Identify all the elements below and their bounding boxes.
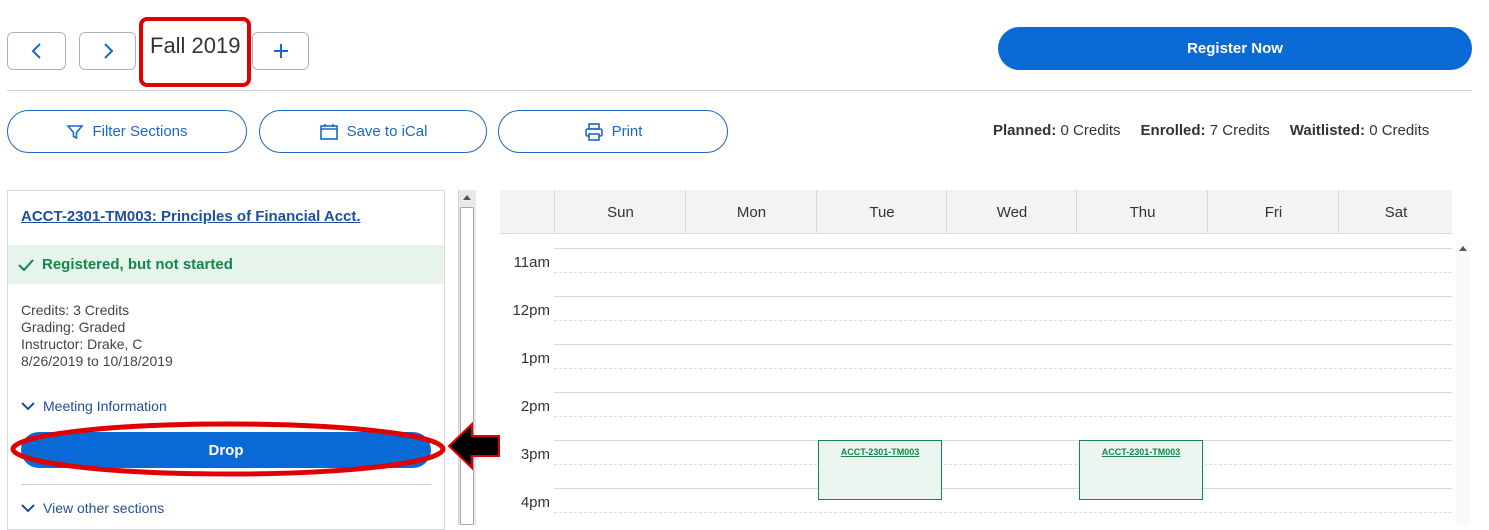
hour-line [554, 344, 1452, 345]
calendar-event-thu[interactable]: ACCT-2301-TM003 [1079, 440, 1203, 500]
hour-line [554, 440, 1452, 441]
half-hour-line [554, 368, 1452, 369]
filter-sections-button[interactable]: Filter Sections [7, 110, 247, 153]
hour-line [554, 488, 1452, 489]
annotation-arrow-icon [447, 421, 500, 471]
half-hour-line [554, 512, 1452, 513]
meeting-information-toggle[interactable]: Meeting Information [21, 398, 167, 414]
hour-label-3pm: 3pm [520, 446, 550, 463]
scroll-up-arrow-icon[interactable] [1456, 243, 1470, 253]
printer-icon [584, 122, 603, 141]
panel-divider [21, 484, 431, 485]
print-label: Print [611, 123, 643, 140]
half-hour-line [554, 320, 1452, 321]
hour-label-4pm: 4pm [520, 494, 550, 511]
view-other-sections-toggle[interactable]: View other sections [21, 500, 164, 516]
calendar-event-label[interactable]: ACCT-2301-TM003 [1080, 447, 1202, 457]
half-hour-line [554, 272, 1452, 273]
course-title-link[interactable]: ACCT-2301-TM003: Principles of Financial… [21, 208, 361, 225]
day-header-sun: Sun [554, 190, 686, 234]
annotation-highlight-term [139, 17, 251, 87]
day-header-sat: Sat [1338, 190, 1453, 234]
checkmark-icon [18, 258, 34, 271]
plus-icon [273, 44, 288, 58]
planned-credits: Planned: 0 Credits [993, 122, 1121, 139]
hour-line [554, 392, 1452, 393]
day-header-mon: Mon [685, 190, 817, 234]
credits-info: Credits: 3 Credits [21, 302, 130, 318]
calendar-scrollbar[interactable] [1456, 240, 1470, 525]
scroll-up-arrow-icon[interactable] [462, 193, 472, 201]
chevron-right-icon [103, 43, 113, 59]
add-term-button[interactable] [252, 32, 309, 70]
calendar-event-tue[interactable]: ACCT-2301-TM003 [818, 440, 942, 500]
credits-summary: Planned: 0 Credits Enrolled: 7 Credits W… [993, 122, 1429, 139]
meeting-information-label: Meeting Information [43, 398, 167, 414]
annotation-highlight-drop [10, 421, 446, 477]
previous-term-button[interactable] [7, 32, 66, 70]
half-hour-line [554, 416, 1452, 417]
grading-info: Grading: Graded [21, 319, 126, 335]
calendar-header: Sun Mon Tue Wed Thu Fri Sat [500, 190, 1452, 234]
calendar-icon [319, 123, 338, 140]
hour-label-11am: 11am [513, 254, 550, 271]
save-to-ical-label: Save to iCal [346, 123, 428, 140]
hour-label-12pm: 12pm [512, 302, 550, 319]
registration-status: Registered, but not started [8, 245, 444, 284]
print-button[interactable]: Print [498, 110, 728, 153]
chevron-left-icon [31, 43, 41, 59]
calendar-event-label[interactable]: ACCT-2301-TM003 [819, 447, 941, 457]
enrolled-credits: Enrolled: 7 Credits [1140, 122, 1270, 139]
filter-sections-label: Filter Sections [92, 123, 188, 140]
save-to-ical-button[interactable]: Save to iCal [259, 110, 487, 153]
register-now-button[interactable]: Register Now [998, 27, 1472, 70]
half-hour-line [554, 464, 1452, 465]
header-divider [7, 90, 1472, 91]
hour-label-1pm: 1pm [520, 350, 550, 367]
course-details: Credits: 3 Credits Grading: Graded Instr… [21, 302, 173, 370]
hour-line [554, 248, 1452, 249]
instructor-info: Instructor: Drake, C [21, 336, 143, 352]
day-header-fri: Fri [1207, 190, 1339, 234]
day-header-thu: Thu [1076, 190, 1208, 234]
status-text: Registered, but not started [42, 256, 233, 273]
chevron-down-icon [21, 402, 35, 411]
day-header-wed: Wed [946, 190, 1077, 234]
view-other-sections-label: View other sections [43, 500, 165, 516]
next-term-button[interactable] [79, 32, 136, 70]
waitlisted-credits: Waitlisted: 0 Credits [1289, 122, 1430, 139]
hour-line [554, 296, 1452, 297]
hour-label-2pm: 2pm [520, 398, 550, 415]
panel-scrollbar-thumb[interactable] [460, 207, 474, 525]
filter-icon [66, 124, 85, 139]
day-header-tue: Tue [816, 190, 947, 234]
chevron-down-icon [21, 504, 35, 513]
dates-info: 8/26/2019 to 10/18/2019 [21, 353, 173, 369]
